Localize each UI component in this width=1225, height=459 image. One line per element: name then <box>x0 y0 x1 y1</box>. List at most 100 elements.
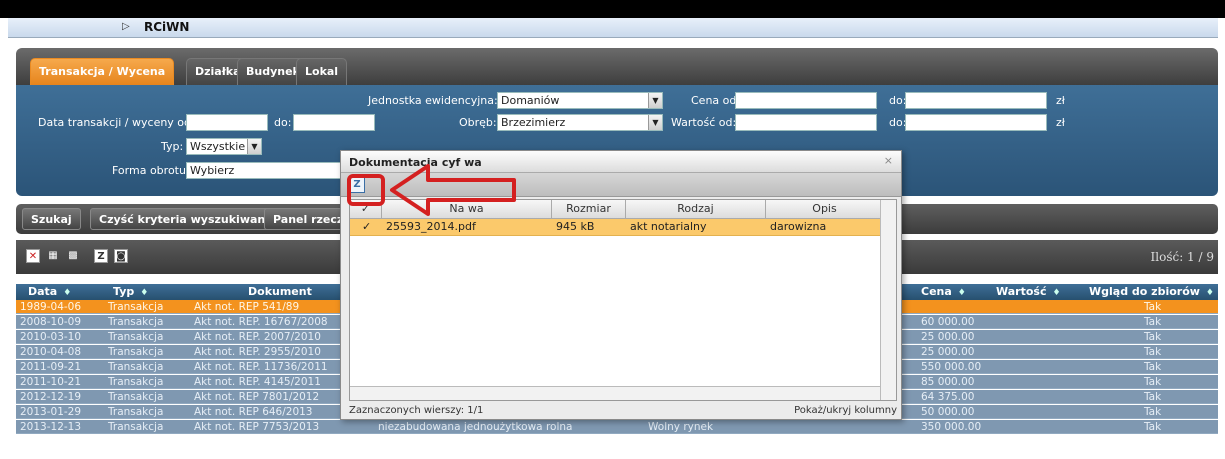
cell-typ: Transakcja <box>108 376 164 388</box>
chevron-down-icon[interactable]: ▼ <box>648 93 662 108</box>
sort-icon[interactable]: ♦ <box>63 288 71 298</box>
selected-rows-text: Zaznaczonych wierszy: 1/1 <box>349 405 484 416</box>
doc-size: 945 kB <box>556 220 595 233</box>
typ-select[interactable]: Wszystkie ▼ <box>186 138 262 155</box>
cell-wglad: Tak <box>1144 406 1162 418</box>
col-opis-header[interactable]: Opis <box>766 200 884 219</box>
obreb-label: Obręb: <box>459 116 497 129</box>
tab-transakcja-wycena[interactable]: Transakcja / Wycena <box>30 58 175 85</box>
cell-dokument: Akt not. REP. 11736/2011 <box>194 361 328 373</box>
close-icon[interactable]: × <box>884 154 893 167</box>
doc-description: darowizna <box>770 220 827 233</box>
data-do-input[interactable] <box>293 114 375 131</box>
table-row[interactable]: 2013-12-13 Transakcja Akt not. REP 7753/20… <box>16 420 1218 434</box>
cell-rodzaj: niezabudowana jednoużytkowa rolna <box>378 421 573 433</box>
cell-data: 2010-04-08 <box>20 346 82 358</box>
search-button[interactable]: Szukaj <box>22 208 81 230</box>
clear-criteria-button[interactable]: Czyść kryteria wyszukiwania <box>90 208 286 230</box>
col-typ-label: Typ <box>113 285 135 298</box>
data-transakcji-label: Data transakcji / wyceny od: <box>38 116 195 129</box>
cell-wglad: Tak <box>1144 376 1162 388</box>
obreb-select[interactable]: Brzezimierz ▼ <box>497 114 663 131</box>
cell-cena: 350 000.00 <box>921 421 982 433</box>
cell-dokument: Akt not. REP. 4145/2011 <box>194 376 321 388</box>
forma-obrotu-label: Forma obrotu: <box>112 164 190 177</box>
image-view-icon[interactable]: ◙ <box>114 249 128 263</box>
col-data-label: Data <box>28 285 58 298</box>
typ-label: Typ: <box>161 140 184 153</box>
annotation-highlight-box <box>347 174 385 206</box>
tab-lokal[interactable]: Lokal <box>296 58 348 85</box>
cell-cena: 25 000.00 <box>921 331 975 343</box>
cell-cena: 550 000.00 <box>921 361 982 373</box>
jednostka-select[interactable]: Domaniów ▼ <box>497 92 663 109</box>
cell-wglad: Tak <box>1144 301 1162 313</box>
col-cena-header[interactable]: Cena ♦ <box>921 285 966 298</box>
col-wglad-header[interactable]: Wgląd do zbiorów ♦ <box>1089 285 1214 298</box>
chevron-down-icon[interactable]: ▼ <box>648 115 662 130</box>
row-checkbox[interactable]: ✓ <box>362 219 371 235</box>
cell-cena: 64 375.00 <box>921 391 975 403</box>
cena-currency: zł <box>1056 94 1065 107</box>
top-black-bar <box>0 0 1225 18</box>
wartosc-do-input[interactable] <box>905 114 1047 131</box>
export-excel-icon[interactable]: ✕ <box>26 249 40 263</box>
cell-typ: Transakcja <box>108 316 164 328</box>
module-titlebar: ▷ RCiWN <box>8 18 1218 38</box>
cena-od-input[interactable] <box>735 92 877 109</box>
cell-wglad: Tak <box>1144 346 1162 358</box>
cell-typ: Transakcja <box>108 301 164 313</box>
wartosc-od-input[interactable] <box>735 114 877 131</box>
col-wartosc-header[interactable]: Wartość ♦ <box>996 285 1061 298</box>
cell-data: 2013-01-29 <box>20 406 82 418</box>
cena-do-input[interactable] <box>905 92 1047 109</box>
cell-wglad: Tak <box>1144 391 1162 403</box>
col-wartosc-label: Wartość <box>996 285 1047 298</box>
cell-data: 2011-10-21 <box>20 376 82 388</box>
cell-cena: 50 000.00 <box>921 406 975 418</box>
sort-icon[interactable]: ♦ <box>958 288 966 298</box>
cell-data: 2012-12-19 <box>20 391 82 403</box>
cell-typ: Transakcja <box>108 361 164 373</box>
forma-obrotu-select[interactable]: Wybierz <box>186 162 346 179</box>
col-typ-header[interactable]: Typ ♦ <box>113 285 148 298</box>
sort-icon[interactable]: ♦ <box>1206 288 1214 298</box>
col-rozmiar-header[interactable]: Rozmiar <box>552 200 626 219</box>
cena-do-label: do: <box>889 94 907 107</box>
cell-typ: Transakcja <box>108 391 164 403</box>
col-rodzaj-header[interactable]: Rodzaj <box>626 200 766 219</box>
cena-od-label: Cena od: <box>691 94 741 107</box>
document-row[interactable]: ✓ 25593_2014.pdf 945 kB akt notarialny d… <box>350 219 880 236</box>
typ-value: Wszystkie <box>190 140 246 153</box>
cell-dokument: Akt not. REP 646/2013 <box>194 406 313 418</box>
cell-wglad: Tak <box>1144 316 1162 328</box>
vertical-scrollbar[interactable] <box>880 200 896 400</box>
horizontal-scrollbar[interactable] <box>350 386 880 400</box>
cell-wglad: Tak <box>1144 421 1162 433</box>
sort-icon[interactable]: ♦ <box>140 288 148 298</box>
select-all-icon[interactable]: ▦ <box>46 249 60 263</box>
col-dokument-header[interactable]: Dokument <box>248 285 312 298</box>
cell-typ: Transakcja <box>108 421 164 433</box>
data-do-label: do: <box>274 116 292 129</box>
cell-dokument: Akt not. REP 541/89 <box>194 301 300 313</box>
tab-bar: Transakcja / Wycena Działka Budynek Loka… <box>16 48 1218 85</box>
cell-cena: 60 000.00 <box>921 316 975 328</box>
cell-data: 1989-04-06 <box>20 301 82 313</box>
toggle-columns-link[interactable]: Pokaż/ukryj kolumny <box>794 405 897 416</box>
data-od-input[interactable] <box>186 114 268 131</box>
cell-typ: Transakcja <box>108 346 164 358</box>
expand-arrow-icon[interactable]: ▷ <box>122 21 130 32</box>
cell-typ: Transakcja <box>108 406 164 418</box>
chevron-down-icon[interactable]: ▼ <box>247 139 261 154</box>
sort-icon[interactable]: ♦ <box>1052 288 1060 298</box>
grid-view-icon[interactable]: ▩ <box>66 249 80 263</box>
cell-data: 2008-10-09 <box>20 316 82 328</box>
col-data-header[interactable]: Data ♦ <box>28 285 71 298</box>
cell-typ: Transakcja <box>108 331 164 343</box>
zip-download-icon[interactable]: Z <box>94 249 108 263</box>
result-count: Ilość: 1 / 9 <box>1150 250 1214 264</box>
cell-dokument: Akt not. REP. 2007/2010 <box>194 331 321 343</box>
wartosc-od-label: Wartość od: <box>671 116 737 129</box>
jednostka-value: Domaniów <box>501 94 560 107</box>
